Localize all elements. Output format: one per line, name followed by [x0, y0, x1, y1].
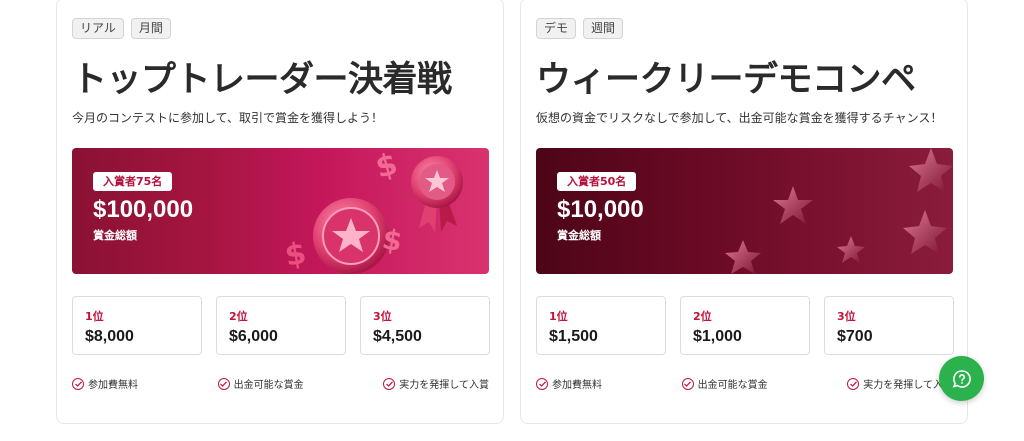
- card-title: ウィークリーデモコンペ: [536, 60, 916, 100]
- feature-label: 参加費無料: [88, 380, 138, 391]
- prize-item-1st: 1位 $1,500: [536, 296, 666, 355]
- chat-help-icon: [952, 369, 971, 388]
- prize-rank: 3位: [837, 310, 856, 323]
- card-description: 今月のコンテストに参加して、取引で賞金を獲得しよう！: [72, 111, 384, 125]
- check-circle-icon: [847, 377, 860, 390]
- prize-value: $1,000: [693, 328, 742, 345]
- prize-rank: 3位: [373, 310, 392, 323]
- prize-item-1st: 1位 $8,000: [72, 296, 202, 355]
- feature-list: 参加費無料 出金可能な賞金 実力を発揮して入賞: [72, 376, 489, 391]
- prize-banner: 入賞者50名 $10,000 賞金総額: [536, 148, 953, 274]
- feature-list: 参加費無料 出金可能な賞金 実力を発揮して入賞: [536, 376, 953, 391]
- prize-rank: 2位: [229, 310, 248, 323]
- prize-banner: $ $ $ 入賞者75名 $100,000 賞金総額: [72, 148, 489, 274]
- tag-real: リアル: [72, 18, 124, 39]
- feature-label: 出金可能な賞金: [697, 380, 768, 391]
- card-title: トップトレーダー決着戦: [72, 60, 452, 100]
- winners-badge: 入賞者50名: [557, 172, 637, 191]
- feature-item: 出金可能な賞金: [217, 376, 304, 391]
- prize-value: $4,500: [373, 328, 422, 345]
- prize-rank: 2位: [693, 310, 712, 323]
- contest-card-top-trader[interactable]: リアル 月間 トップトレーダー決着戦 今月のコンテストに参加して、取引で賞金を獲…: [56, 0, 504, 424]
- prize-list: 1位 $8,000 2位 $6,000 3位 $4,500: [72, 296, 490, 355]
- feature-item: 参加費無料: [72, 376, 138, 391]
- check-circle-icon: [383, 377, 396, 390]
- prize-item-3rd: 3位 $4,500: [360, 296, 490, 355]
- star-decoration-icon: [725, 148, 953, 274]
- card-description: 仮想の資金でリスクなしで参加して、出金可能な賞金を獲得するチャンス！: [536, 111, 943, 125]
- prize-rank: 1位: [549, 310, 568, 323]
- total-prize-amount: $10,000: [557, 196, 644, 223]
- check-circle-icon: [217, 377, 230, 390]
- check-circle-icon: [72, 377, 84, 390]
- feature-item: 実力を発揮して入賞: [383, 376, 489, 391]
- total-prize-label: 賞金総額: [557, 229, 601, 242]
- prize-value: $700: [837, 328, 873, 345]
- tag-weekly: 週間: [583, 18, 624, 39]
- feature-label: 参加費無料: [552, 380, 602, 391]
- feature-label: 実力を発揮して入賞: [399, 380, 489, 391]
- prize-list: 1位 $1,500 2位 $1,000 3位 $700: [536, 296, 954, 355]
- tag-demo: デモ: [536, 18, 577, 39]
- feature-item: 出金可能な賞金: [681, 376, 768, 391]
- total-prize-label: 賞金総額: [93, 229, 137, 242]
- total-prize-amount: $100,000: [93, 196, 194, 223]
- winners-badge: 入賞者75名: [93, 172, 173, 191]
- chat-help-button[interactable]: [939, 356, 984, 401]
- prize-item-2nd: 2位 $1,000: [680, 296, 810, 355]
- tag-list: リアル 月間: [72, 18, 171, 39]
- prize-item-3rd: 3位 $700: [824, 296, 954, 355]
- coin-medal-decoration-icon: $ $ $: [282, 148, 463, 274]
- check-circle-icon: [681, 377, 694, 390]
- prize-rank: 1位: [85, 310, 104, 323]
- tag-list: デモ 週間: [536, 18, 624, 39]
- check-circle-icon: [536, 377, 548, 390]
- svg-text:$: $: [282, 236, 309, 274]
- contest-card-weekly-demo[interactable]: デモ 週間 ウィークリーデモコンペ 仮想の資金でリスクなしで参加して、出金可能な…: [520, 0, 968, 424]
- prize-value: $6,000: [229, 328, 278, 345]
- svg-text:$: $: [372, 148, 401, 186]
- tag-monthly: 月間: [130, 18, 171, 39]
- prize-value: $1,500: [549, 328, 598, 345]
- feature-item: 参加費無料: [536, 376, 602, 391]
- feature-item: 実力を発揮して入賞: [847, 376, 953, 391]
- prize-item-2nd: 2位 $6,000: [216, 296, 346, 355]
- feature-label: 出金可能な賞金: [233, 380, 304, 391]
- prize-value: $8,000: [85, 328, 134, 345]
